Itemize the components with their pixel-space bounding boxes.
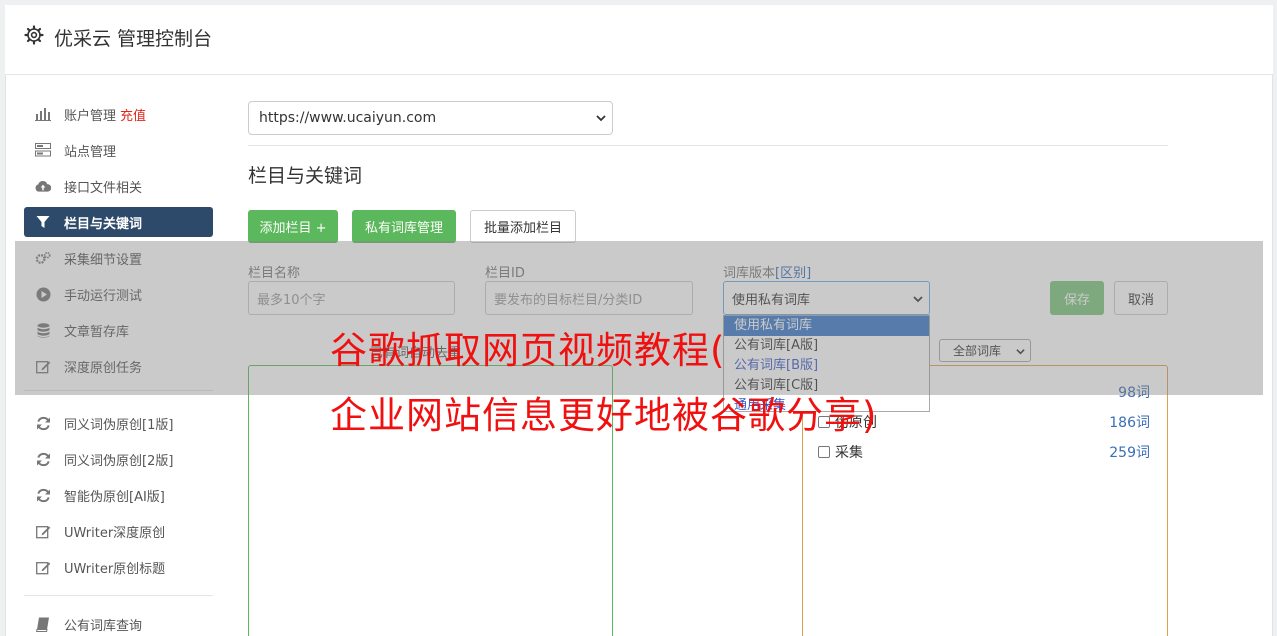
filter-icon — [35, 214, 51, 230]
gear-icon[interactable] — [24, 25, 44, 45]
add-column-button[interactable]: 添加栏目 + — [248, 210, 338, 243]
refresh-icon — [35, 487, 51, 503]
sidebar-item-label: UWriter原创标题 — [64, 561, 166, 577]
sidebar-item-uwriter-deep[interactable]: UWriter深度原创 — [24, 516, 213, 546]
section-title: 栏目与关键词 — [248, 165, 363, 187]
sidebar-item-label: 同义词伪原创[1版] — [64, 417, 174, 433]
sidebar-item-account[interactable]: 账户管理 充值 — [24, 99, 213, 129]
sidebar-item-interface[interactable]: 接口文件相关 — [24, 171, 213, 201]
site-select[interactable]: https://www.ucaiyun.com — [248, 101, 613, 135]
sidebar-item-label: 接口文件相关 — [64, 180, 143, 196]
cloud-upload-icon — [35, 178, 51, 194]
edit-icon — [35, 559, 51, 575]
lib-row[interactable]: 采集 259词 — [818, 442, 1150, 462]
sidebar-item-label: 智能伪原创[AI版] — [64, 489, 165, 505]
lib-row-count: 259词 — [1109, 445, 1150, 461]
sidebar-item-synonym-v1[interactable]: 同义词伪原创[1版] — [24, 408, 213, 438]
bar-chart-icon — [35, 106, 51, 122]
sidebar-item-label: 站点管理 — [64, 144, 117, 160]
server-icon — [35, 142, 51, 158]
book-icon — [35, 616, 51, 632]
sidebar-item-label: 同义词伪原创[2版] — [64, 453, 174, 469]
edit-icon — [35, 523, 51, 539]
recharge-link[interactable]: 充值 — [120, 105, 146, 124]
batch-add-button[interactable]: 批量添加栏目 — [470, 210, 576, 243]
sidebar-item-ai-original[interactable]: 智能伪原创[AI版] — [24, 480, 213, 510]
watermark-line-2: 企业网站信息更好地被谷歌分享) — [330, 394, 878, 437]
sidebar-item-public-lib[interactable]: 公有词库查询 — [24, 609, 213, 636]
sidebar-item-label: 账户管理 — [64, 108, 117, 124]
refresh-icon — [35, 415, 51, 431]
lib-row-label: 采集 — [835, 445, 863, 461]
sidebar-item-sites[interactable]: 站点管理 — [24, 135, 213, 165]
sidebar-item-label: 栏目与关键词 — [64, 216, 143, 232]
sidebar-item-columns[interactable]: 栏目与关键词 — [24, 207, 213, 237]
app-header: 优采云 管理控制台 — [5, 5, 1273, 75]
watermark-line-1: 谷歌抓取网页视频教程( — [330, 329, 726, 372]
checkbox[interactable] — [818, 446, 830, 458]
chevron-down-icon — [596, 115, 606, 122]
private-lib-button[interactable]: 私有词库管理 — [352, 210, 456, 243]
sidebar-item-synonym-v2[interactable]: 同义词伪原创[2版] — [24, 444, 213, 474]
sidebar-item-label: UWriter深度原创 — [64, 525, 166, 541]
sidebar-item-label: 公有词库查询 — [64, 618, 143, 634]
sidebar-divider — [24, 595, 213, 596]
lib-row-count: 186词 — [1109, 415, 1150, 431]
site-select-value: https://www.ucaiyun.com — [259, 110, 437, 126]
app-title: 优采云 管理控制台 — [54, 28, 213, 50]
divider — [248, 145, 1168, 146]
refresh-icon — [35, 451, 51, 467]
sidebar-item-uwriter-title[interactable]: UWriter原创标题 — [24, 552, 213, 582]
